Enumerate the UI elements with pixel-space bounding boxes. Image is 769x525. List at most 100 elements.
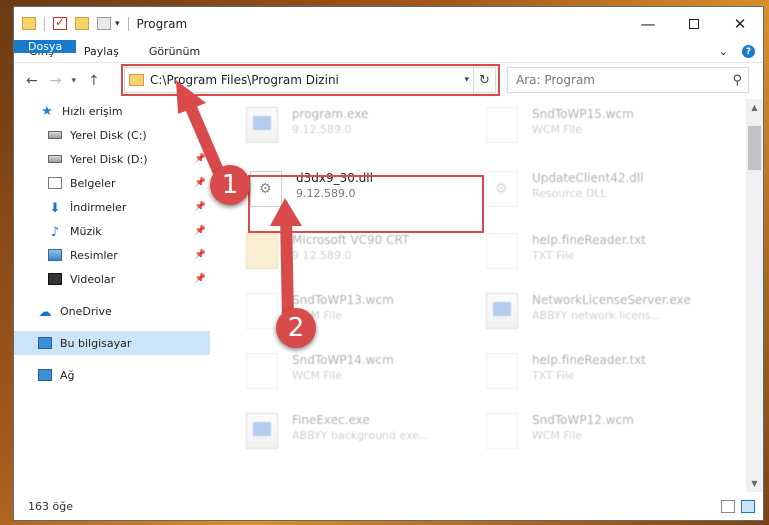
sidebar-item-network[interactable]: Ağ xyxy=(14,363,210,387)
list-item[interactable]: NetworkLicenseServer.exe ABBYY network li… xyxy=(486,293,691,329)
forward-button[interactable]: → xyxy=(50,73,62,89)
file-detail: ABBYY network licens... xyxy=(532,309,662,322)
star-icon: ★ xyxy=(41,103,53,119)
file-icon xyxy=(246,293,278,329)
properties-icon[interactable] xyxy=(97,17,111,30)
pin-icon[interactable]: 📌 xyxy=(195,202,206,212)
file-name: help.fineReader.txt xyxy=(532,233,646,247)
list-item[interactable]: Microsoft VC90 CRT 9.12.589.0 xyxy=(246,233,409,269)
pin-icon[interactable]: 📌 xyxy=(195,130,206,140)
file-detail: TXT File xyxy=(532,369,575,382)
sidebar-item-label: Hızlı erişim xyxy=(62,104,123,118)
file-icon xyxy=(246,353,278,389)
scroll-up-icon[interactable]: ▲ xyxy=(746,99,763,116)
file-detail: 9.12.589.0 xyxy=(292,249,352,262)
list-item[interactable]: FineExec.exe ABBYY background exe... xyxy=(246,413,430,449)
music-icon: ♪ xyxy=(50,225,60,240)
sidebar-item-label: Yerel Disk (C:) xyxy=(70,128,147,142)
vertical-scrollbar[interactable]: ▲ ▼ xyxy=(746,99,763,492)
tab-share[interactable]: Paylaş xyxy=(69,40,134,62)
sidebar-item-pictures[interactable]: Resimler 📌 xyxy=(14,243,210,267)
file-list: program.exe 9.12.589.0 SndToWP15.wcm WCM F… xyxy=(210,99,765,492)
file-name: SndToWP13.wcm xyxy=(292,293,394,307)
file-icon xyxy=(486,353,518,389)
file-name: Microsoft VC90 CRT xyxy=(292,233,410,247)
pin-icon[interactable]: 📌 xyxy=(195,250,206,260)
address-highlight-box xyxy=(121,64,500,96)
pin-icon[interactable]: 📌 xyxy=(195,154,206,164)
chevron-down-icon[interactable]: ⌄ xyxy=(719,45,728,58)
details-view-icon[interactable] xyxy=(721,499,735,513)
file-name: help.fineReader.txt xyxy=(532,353,646,367)
search-input[interactable]: Ara: Program ⚲ xyxy=(507,67,749,93)
file-name: program.exe xyxy=(292,107,369,121)
file-icon xyxy=(486,413,518,449)
list-item[interactable]: SndToWP12.wcm WCM File xyxy=(486,413,634,449)
folder-icon xyxy=(246,233,278,269)
status-bar: 163 öğe xyxy=(14,492,763,520)
list-item[interactable]: SndToWP14.wcm WCM File xyxy=(246,353,394,389)
sidebar-item-documents[interactable]: Belgeler 📌 xyxy=(14,171,210,195)
sidebar-item-label: Müzik xyxy=(70,224,102,238)
up-button[interactable]: ↑ xyxy=(88,73,100,89)
pin-icon[interactable]: 📌 xyxy=(195,274,206,284)
maximize-button[interactable] xyxy=(671,7,717,40)
file-detail: 9.12.589.0 xyxy=(292,123,352,136)
list-item[interactable]: program.exe 9.12.589.0 xyxy=(246,107,368,143)
sidebar-item-videos[interactable]: Videolar 📌 xyxy=(14,267,210,291)
search-icon: ⚲ xyxy=(732,72,742,88)
pin-icon[interactable]: 📌 xyxy=(195,178,206,188)
recent-locations-button[interactable]: ▾ xyxy=(71,76,76,86)
scrollbar-thumb[interactable] xyxy=(748,126,761,170)
sidebar-item-quick-access[interactable]: ★ Hızlı erişim xyxy=(14,99,210,123)
file-icon xyxy=(486,233,518,269)
sidebar-item-label: Bu bilgisayar xyxy=(60,336,132,350)
file-detail: WCM File xyxy=(532,429,582,442)
computer-icon xyxy=(38,337,52,349)
ribbon-tabs: Dosya Giriş Paylaş Görünüm ⌄ ? xyxy=(14,40,763,63)
close-button[interactable]: ✕ xyxy=(717,7,763,40)
sidebar-item-onedrive[interactable]: ☁ OneDrive xyxy=(14,299,210,323)
file-icon xyxy=(486,107,518,143)
minimize-button[interactable]: — xyxy=(625,7,671,40)
file-name: SndToWP12.wcm xyxy=(532,413,634,427)
properties-check-icon[interactable] xyxy=(53,15,67,30)
tab-view[interactable]: Görünüm xyxy=(134,40,215,62)
list-item[interactable]: SndToWP13.wcm WCM File xyxy=(246,293,394,329)
dll-icon xyxy=(486,171,518,207)
sidebar-item-downloads[interactable]: ⬇ İndirmeler 📌 xyxy=(14,195,210,219)
sidebar-item-label: OneDrive xyxy=(60,304,112,318)
cloud-icon: ☁ xyxy=(38,305,52,320)
scroll-down-icon[interactable]: ▼ xyxy=(746,475,763,492)
pin-icon[interactable]: 📌 xyxy=(195,226,206,236)
list-item[interactable]: UpdateClient42.dll Resource DLL xyxy=(486,171,644,207)
large-icons-view-icon[interactable] xyxy=(741,499,755,513)
file-name: FineExec.exe xyxy=(292,413,370,427)
sidebar-item-disk-c[interactable]: Yerel Disk (C:) 📌 xyxy=(14,123,210,147)
videos-icon xyxy=(48,273,62,285)
customize-toolbar-icon[interactable]: ▾ xyxy=(115,19,120,29)
pictures-icon xyxy=(48,249,62,261)
list-item[interactable]: help.fineReader.txt TXT File xyxy=(486,353,646,389)
disk-icon xyxy=(48,131,62,139)
folder-icon xyxy=(22,17,36,30)
sidebar-item-this-pc[interactable]: Bu bilgisayar xyxy=(14,331,210,355)
maximize-icon xyxy=(689,18,699,29)
sidebar-item-music[interactable]: ♪ Müzik 📌 xyxy=(14,219,210,243)
sidebar-item-label: Yerel Disk (D:) xyxy=(70,152,148,166)
sidebar-item-disk-d[interactable]: Yerel Disk (D:) 📌 xyxy=(14,147,210,171)
file-detail: TXT File xyxy=(532,249,575,262)
sidebar-item-label: Belgeler xyxy=(70,176,116,190)
file-detail: ABBYY background exe... xyxy=(292,429,430,442)
file-name: SndToWP15.wcm xyxy=(532,107,634,121)
list-item[interactable]: help.fineReader.txt TXT File xyxy=(486,233,646,269)
list-item[interactable]: SndToWP15.wcm WCM File xyxy=(486,107,634,143)
navigation-pane: ★ Hızlı erişim Yerel Disk (C:) 📌 Yerel D… xyxy=(14,99,210,492)
tab-file[interactable]: Dosya xyxy=(14,40,77,53)
back-button[interactable]: ← xyxy=(26,73,38,89)
new-folder-icon[interactable] xyxy=(75,17,89,30)
search-placeholder: Ara: Program xyxy=(516,73,595,87)
file-name: NetworkLicenseServer.exe xyxy=(532,293,691,307)
help-icon[interactable]: ? xyxy=(742,45,755,58)
divider xyxy=(44,16,45,31)
